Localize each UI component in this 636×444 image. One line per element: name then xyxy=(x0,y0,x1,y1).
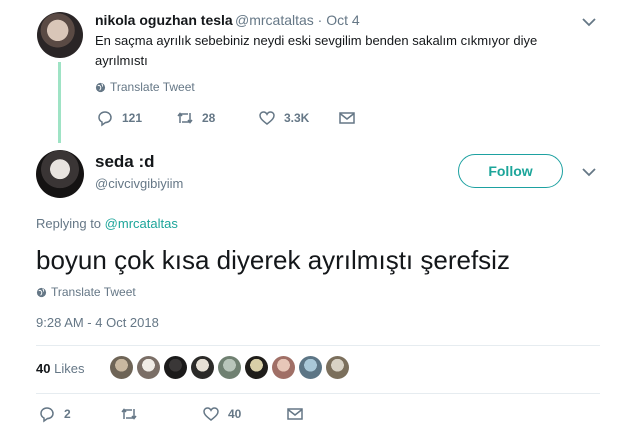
retweet-icon xyxy=(177,112,193,124)
follow-button[interactable]: Follow xyxy=(458,154,563,188)
replying-to-line: Replying to @mrcataltas xyxy=(36,216,178,231)
retweet-icon xyxy=(121,408,137,420)
tweet-text: boyun çok kısa diyerek ayrılmıştı şerefs… xyxy=(36,245,510,275)
parent-reply-button[interactable]: 121 xyxy=(96,109,176,127)
author-avatar[interactable] xyxy=(36,150,84,198)
parent-dm-button[interactable] xyxy=(338,109,356,127)
parent-action-bar: 121 28 3.3K xyxy=(96,109,356,127)
parent-avatar[interactable] xyxy=(37,12,83,58)
reply-icon xyxy=(40,407,54,423)
liker-avatar[interactable] xyxy=(326,356,349,379)
reply-button[interactable]: 2 xyxy=(38,405,120,423)
tweet-timestamp[interactable]: 9:28 AM - 4 Oct 2018 xyxy=(36,315,159,330)
author-handle[interactable]: @civcivgibiyiim xyxy=(95,176,183,191)
likes-count: 40 xyxy=(36,361,51,376)
reply-icon xyxy=(98,111,112,127)
likes-label: Likes xyxy=(54,361,85,376)
parent-like-count: 3.3K xyxy=(284,111,310,125)
parent-author-handle-date[interactable]: @mrcataltas · Oct 4 xyxy=(235,12,360,28)
reply-count: 2 xyxy=(64,407,71,421)
liker-avatar[interactable] xyxy=(272,356,295,379)
parent-reply-count: 121 xyxy=(122,111,143,125)
liker-avatar[interactable] xyxy=(164,356,187,379)
parent-tweet-text: En saçma ayrılık sebebiniz neydi eski se… xyxy=(95,33,538,68)
author-name[interactable]: seda :d xyxy=(95,152,155,172)
likers-avatars xyxy=(110,356,349,379)
replying-prefix: Replying to xyxy=(36,216,102,231)
envelope-icon xyxy=(287,408,303,420)
liker-avatar[interactable] xyxy=(191,356,214,379)
liker-avatar[interactable] xyxy=(137,356,160,379)
liker-avatar[interactable] xyxy=(299,356,322,379)
divider xyxy=(36,393,600,394)
globe-icon xyxy=(95,82,106,92)
like-button[interactable]: 40 xyxy=(202,405,286,423)
parent-translate-label: Translate Tweet xyxy=(110,80,195,94)
chevron-down-icon[interactable] xyxy=(582,167,596,177)
tweet-action-bar: 2 40 xyxy=(38,405,304,423)
parent-like-button[interactable]: 3.3K xyxy=(258,109,338,127)
liker-avatar[interactable] xyxy=(245,356,268,379)
retweet-button[interactable] xyxy=(120,405,202,423)
parent-translate-link[interactable]: Translate Tweet xyxy=(95,80,195,94)
translate-link[interactable]: Translate Tweet xyxy=(36,285,136,299)
liker-avatar[interactable] xyxy=(218,356,241,379)
like-count: 40 xyxy=(228,407,242,421)
envelope-icon xyxy=(339,112,355,124)
globe-icon xyxy=(36,287,47,297)
liker-avatar[interactable] xyxy=(110,356,133,379)
translate-label: Translate Tweet xyxy=(51,285,136,299)
chevron-down-icon[interactable] xyxy=(582,17,596,27)
dm-button[interactable] xyxy=(286,405,304,423)
heart-icon xyxy=(203,407,219,421)
thread-connector xyxy=(58,62,61,143)
likes-stat[interactable]: 40 Likes xyxy=(36,361,84,376)
parent-author-name[interactable]: nikola oguzhan tesla xyxy=(95,12,233,28)
divider xyxy=(36,345,600,346)
parent-retweet-count: 28 xyxy=(202,111,216,125)
replying-to-mention[interactable]: @mrcataltas xyxy=(105,216,178,231)
heart-icon xyxy=(259,111,275,125)
parent-retweet-button[interactable]: 28 xyxy=(176,109,258,127)
